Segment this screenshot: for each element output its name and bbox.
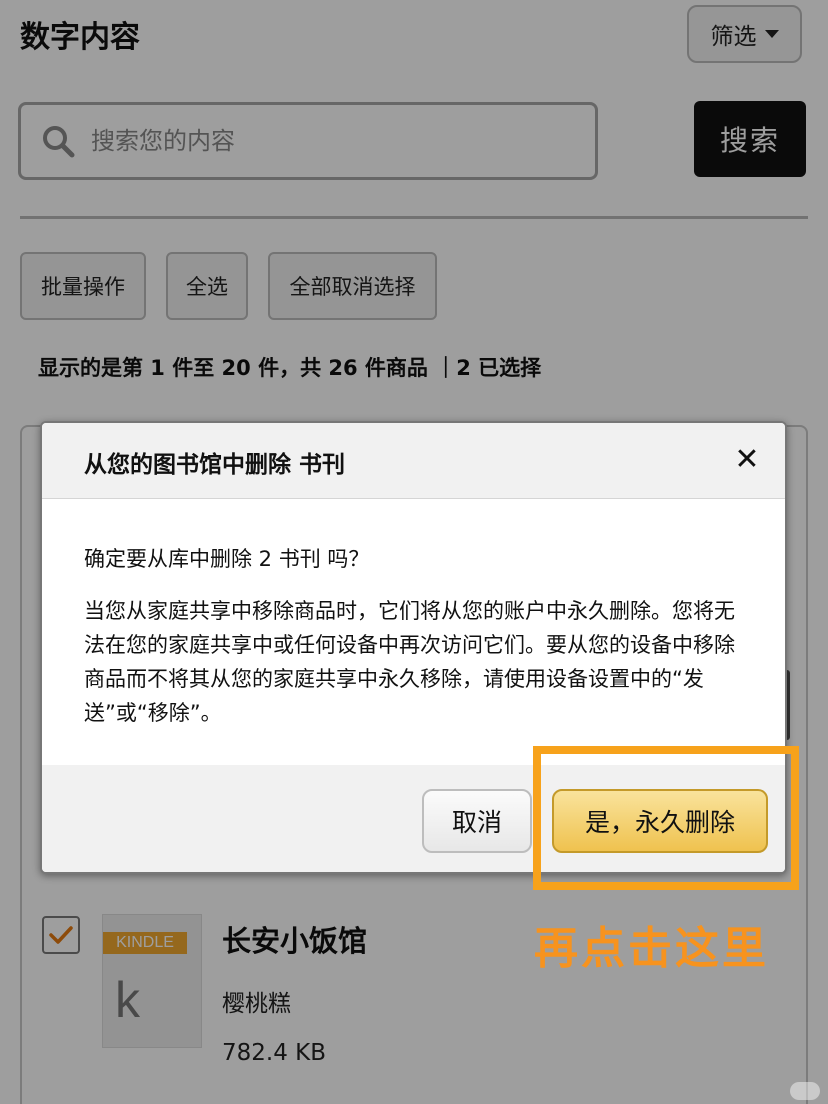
highlight-box [533, 746, 799, 890]
dialog-title: 从您的图书馆中删除 书刊 [84, 452, 346, 478]
dialog-question: 确定要从库中删除 2 书刊 吗？ [84, 547, 370, 571]
dialog-header: 从您的图书馆中删除 书刊 ✕ [42, 423, 785, 499]
cancel-button[interactable]: 取消 [422, 789, 532, 853]
watermark [790, 1082, 820, 1100]
annotation-text: 再点击这里 [534, 923, 769, 974]
dialog-message: 当您从家庭共享中移除商品时，它们将从您的账户中永久删除。您将无法在您的家庭共享中… [84, 599, 735, 725]
close-icon[interactable]: ✕ [731, 441, 763, 477]
